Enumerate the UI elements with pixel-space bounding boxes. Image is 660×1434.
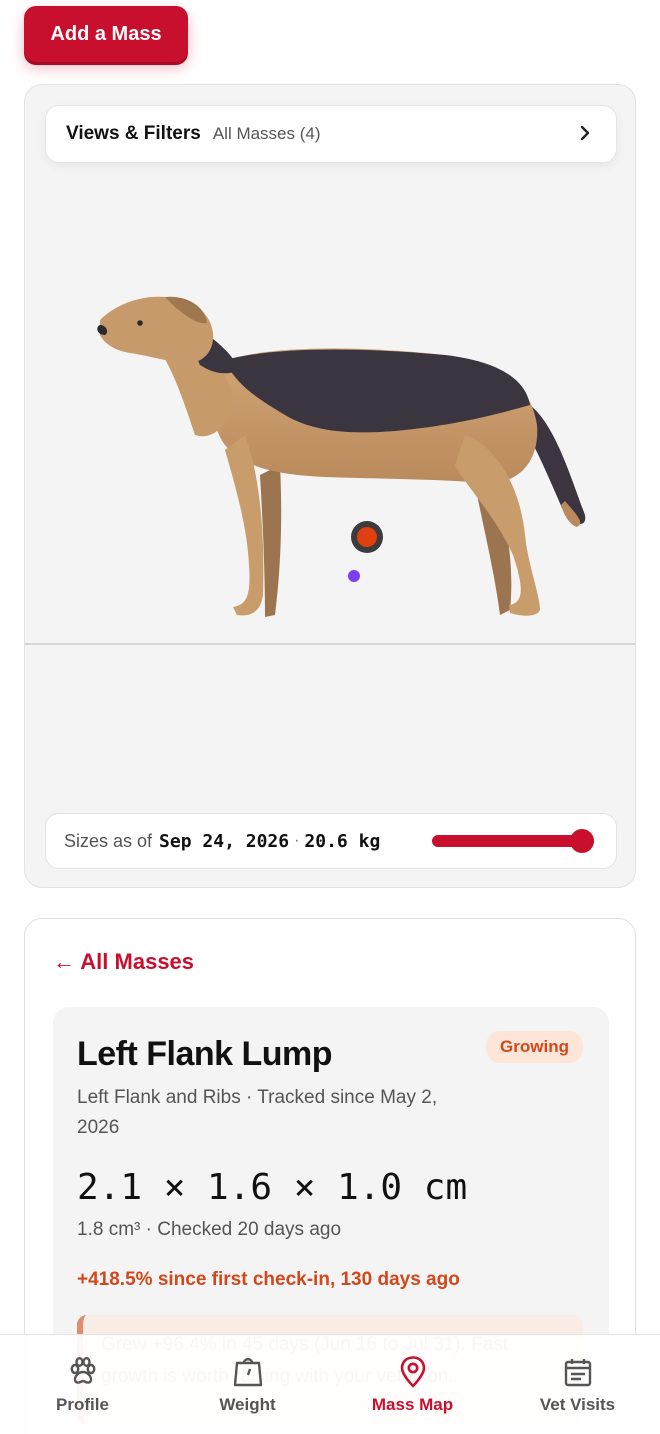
- sizes-as-of-bar: Sizes as of Sep 24, 2026 · 20.6 kg: [45, 813, 617, 869]
- nav-profile[interactable]: Profile: [0, 1335, 165, 1434]
- paw-icon: [70, 1357, 95, 1384]
- nav-vet-visits[interactable]: Vet Visits: [495, 1335, 660, 1434]
- mass-dimensions: 2.1 × 1.6 × 1.0 cm: [77, 1167, 468, 1208]
- filters-value: All Masses (4): [212, 124, 321, 143]
- status-badge: Growing: [486, 1031, 583, 1063]
- dog-body-illustration: [97, 296, 586, 617]
- nav-mass-map[interactable]: Mass Map: [330, 1335, 495, 1434]
- sizes-separator: ·: [294, 832, 300, 849]
- add-mass-button[interactable]: Add a Mass: [24, 6, 188, 62]
- filters-title: Views & Filters: [66, 123, 201, 144]
- mass-marker-secondary[interactable]: [348, 570, 360, 582]
- growth-summary: +418.5% since first check-in, 130 days a…: [77, 1269, 460, 1290]
- nav-label-vet-visits: Vet Visits: [539, 1395, 616, 1414]
- sizes-as-of-label: Sizes as of: [64, 830, 153, 851]
- ground-line: [25, 643, 635, 645]
- nav-label-weight: Weight: [219, 1395, 276, 1414]
- views-filters-bar[interactable]: Views & Filters All Masses (4): [45, 105, 617, 163]
- sizes-weight: 20.6 kg: [304, 830, 381, 852]
- mass-title: Left Flank Lump: [77, 1035, 333, 1073]
- chevron-right-icon: [580, 125, 590, 141]
- mass-map-panel: Views & Filters All Masses (4) Sizes as …: [24, 84, 636, 888]
- scale-icon: [233, 1358, 262, 1387]
- bottom-nav: Profile Weight Mass Map Vet Visits: [0, 1334, 660, 1434]
- sizes-date: Sep 24, 2026: [159, 830, 290, 852]
- calendar-icon: [564, 1359, 591, 1387]
- nav-weight[interactable]: Weight: [165, 1335, 330, 1434]
- map-pin-icon: [400, 1356, 425, 1388]
- all-masses-back-link[interactable]: ← All Masses: [53, 949, 194, 975]
- nav-label-mass-map: Mass Map: [371, 1395, 454, 1414]
- mass-volume-line: 1.8 cm³ · Checked 20 days ago: [77, 1219, 342, 1240]
- date-slider-handle[interactable]: [570, 829, 594, 853]
- nav-label-profile: Profile: [56, 1395, 109, 1414]
- mass-marker-selected[interactable]: [357, 527, 377, 547]
- mass-location-subtitle: Left Flank and Ribs · Tracked since May …: [77, 1087, 438, 1138]
